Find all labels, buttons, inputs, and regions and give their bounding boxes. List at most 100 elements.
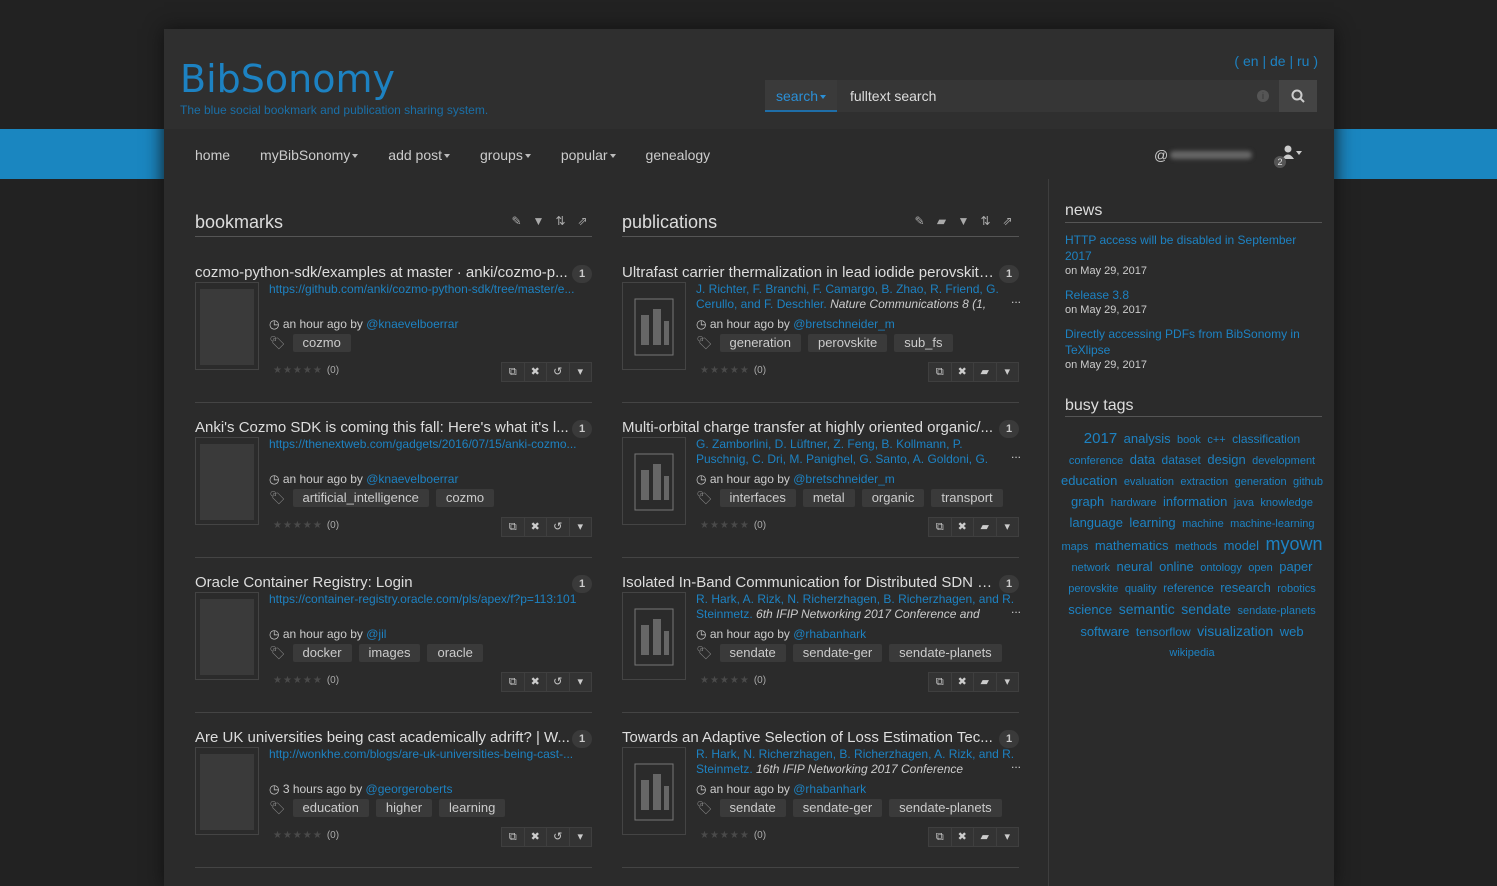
tag-cloud-item[interactable]: model [1224,538,1259,553]
chevron-down-icon[interactable]: ▾ [570,673,592,691]
tag-cloud-item[interactable]: java [1234,497,1254,509]
authors-text[interactable]: G. Zamborlini, D. Lüftner, Z. Feng, B. K… [696,437,988,467]
tag-cloud-item[interactable]: machine [1182,518,1224,530]
tag-chip[interactable]: images [358,644,421,662]
export-icon[interactable]: ⇗ [1000,214,1015,228]
lang-en[interactable]: en [1243,53,1259,69]
post-title[interactable]: Multi-orbital charge transfer at highly … [622,419,997,436]
post-title[interactable]: Isolated In-Band Communication for Distr… [622,574,997,591]
post-thumbnail[interactable] [622,282,686,370]
tag-cloud-item[interactable]: design [1207,452,1245,467]
post-url[interactable]: http://wonkhe.com/blogs/are-uk-universit… [269,747,589,761]
tag-cloud-item[interactable]: graph [1071,494,1104,509]
tag-chip[interactable]: generation [719,334,801,352]
tag-cloud-item[interactable]: 2017 [1084,430,1117,447]
news-link[interactable]: HTTP access will be disabled in Septembe… [1065,232,1315,264]
nav-item-genealogy[interactable]: genealogy [631,129,726,179]
tag-cloud-item[interactable]: web [1280,624,1304,639]
nav-item-add-post[interactable]: add post [373,129,465,179]
tag-cloud-item[interactable]: extraction [1180,476,1228,488]
post-count-badge[interactable]: 1 [999,265,1019,283]
tag-chip[interactable]: education [292,799,369,817]
tag-cloud-item[interactable]: myown [1266,534,1323,554]
post-url[interactable]: https://thenextweb.com/gadgets/2016/07/1… [269,437,589,451]
sort-icon[interactable]: ⇅ [978,214,993,228]
delete-icon[interactable]: ✖ [525,363,547,381]
tag-cloud-item[interactable]: neural [1117,559,1153,574]
post-user-link[interactable]: @bretschneider_m [793,472,895,486]
post-user-link[interactable]: @knaevelboerrar [366,472,458,486]
delete-icon[interactable]: ✖ [952,828,974,846]
tag-chip[interactable]: organic [861,489,925,507]
tag-cloud-item[interactable]: perovskite [1068,583,1118,595]
tag-chip[interactable]: sendate-planets [889,799,1002,817]
chevron-down-icon[interactable]: ▾ [997,363,1019,381]
more-icon[interactable]: ... [1011,602,1021,616]
star-rating[interactable]: ★★★★★ (0) [700,830,766,841]
post-thumbnail[interactable] [195,282,259,370]
tag-cloud-item[interactable]: dataset [1162,453,1201,467]
tag-cloud-item[interactable]: language [1069,515,1123,530]
star-rating[interactable]: ★★★★★ (0) [700,520,766,531]
tag-chip[interactable]: docker [292,644,352,662]
edit-icon[interactable]: ✎ [912,214,927,228]
tag-cloud-item[interactable]: data [1130,452,1155,467]
post-user-link[interactable]: @georgeroberts [366,782,453,796]
star-rating[interactable]: ★★★★★ (0) [273,520,339,531]
chevron-down-icon[interactable]: ▾ [570,363,592,381]
delete-icon[interactable]: ✖ [952,363,974,381]
search-scope-dropdown[interactable]: search [765,80,837,112]
search-button[interactable] [1279,80,1317,112]
tag-cloud-item[interactable]: open [1248,562,1272,574]
post-count-badge[interactable]: 1 [572,265,592,283]
tag-chip[interactable]: transport [931,489,1003,507]
post-url[interactable]: https://github.com/anki/cozmo-python-sdk… [269,282,589,296]
news-link[interactable]: Directly accessing PDFs from BibSonomy i… [1065,326,1315,358]
history-icon[interactable]: ↺ [547,518,570,536]
post-count-badge[interactable]: 1 [999,730,1019,748]
tag-cloud-item[interactable]: mathematics [1095,538,1169,553]
folder-icon[interactable]: ▰ [974,518,997,536]
tag-cloud-item[interactable]: quality [1125,583,1157,595]
tag-cloud-item[interactable]: classification [1232,432,1300,446]
tag-cloud-item[interactable]: analysis [1124,431,1171,446]
copy-icon[interactable]: ⧉ [502,518,525,536]
tag-cloud-item[interactable]: book [1177,434,1201,446]
star-rating[interactable]: ★★★★★ (0) [700,365,766,376]
filter-icon[interactable]: ▼ [956,214,971,228]
sort-icon[interactable]: ⇅ [553,214,568,228]
tag-cloud-item[interactable]: wikipedia [1169,647,1214,659]
folder-icon[interactable]: ▰ [974,673,997,691]
post-count-badge[interactable]: 1 [572,730,592,748]
tag-cloud-item[interactable]: software [1080,624,1129,639]
tag-cloud-item[interactable]: c++ [1207,434,1225,446]
post-title[interactable]: Are UK universities being cast academica… [195,729,570,746]
post-title[interactable]: Oracle Container Registry: Login [195,574,570,591]
edit-icon[interactable]: ✎ [509,214,524,228]
tag-cloud-item[interactable]: hardware [1111,497,1157,509]
post-thumbnail[interactable] [195,747,259,835]
lang-de[interactable]: de [1270,53,1286,69]
tag-cloud-item[interactable]: sendate-planets [1238,605,1316,617]
tag-cloud-item[interactable]: online [1159,559,1194,574]
star-rating[interactable]: ★★★★★ (0) [273,365,339,376]
history-icon[interactable]: ↺ [547,673,570,691]
tag-cloud-item[interactable]: development [1252,455,1315,467]
nav-item-popular[interactable]: popular [546,129,631,179]
tag-cloud-item[interactable]: robotics [1277,583,1316,595]
post-user-link[interactable]: @rhabanhark [793,782,866,796]
tag-chip[interactable]: learning [439,799,506,817]
post-thumbnail[interactable] [195,592,259,680]
tag-chip[interactable]: perovskite [807,334,888,352]
post-thumbnail[interactable] [195,437,259,525]
tag-cloud-item[interactable]: ontology [1200,562,1242,574]
tag-cloud-item[interactable]: evaluation [1124,476,1174,488]
delete-icon[interactable]: ✖ [952,673,974,691]
folder-icon[interactable]: ▰ [934,214,949,228]
folder-icon[interactable]: ▰ [974,828,997,846]
tag-cloud-item[interactable]: education [1061,473,1117,488]
tag-chip[interactable]: interfaces [719,489,796,507]
tag-chip[interactable]: cozmo [292,334,351,352]
tag-cloud-item[interactable]: science [1068,602,1112,617]
more-icon[interactable]: ... [1011,447,1021,461]
